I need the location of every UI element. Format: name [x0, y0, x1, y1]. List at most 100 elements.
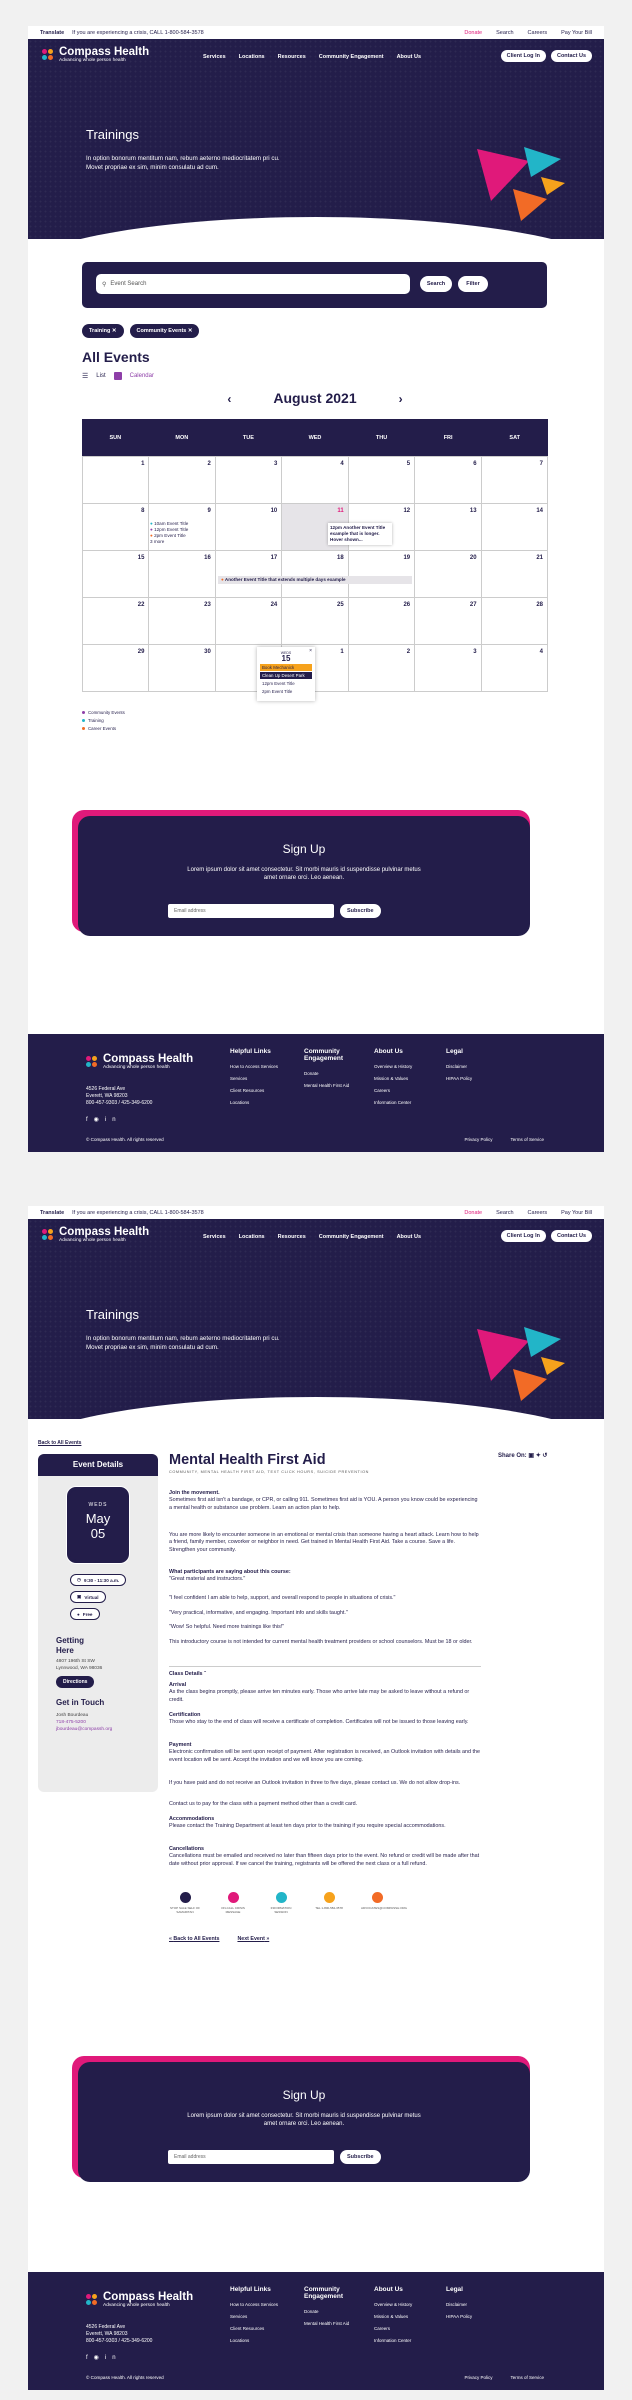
popup-event[interactable]: 12pm Event Title	[260, 680, 312, 687]
footer-link[interactable]: Donate	[304, 1068, 364, 1080]
nav-resources[interactable]: Resources	[278, 54, 306, 60]
linkedin-icon[interactable]: in	[105, 1117, 122, 1123]
footer-link[interactable]: Locations	[230, 2335, 278, 2347]
calendar-day[interactable]: 22	[83, 598, 150, 645]
more-events-link[interactable]: 3 more	[150, 539, 188, 545]
icon-item[interactable]: TEL 1-800-584-3578	[313, 1892, 345, 1914]
footer-link[interactable]: Information Center	[374, 2335, 412, 2347]
calendar-day[interactable]: 23	[149, 598, 216, 645]
nav-about[interactable]: About Us	[397, 1234, 421, 1240]
calendar-day[interactable]: 18	[282, 551, 349, 598]
chip-community-events[interactable]: Community Events ✕	[129, 324, 200, 338]
footer-link[interactable]: Locations	[230, 1097, 278, 1109]
calendar-day[interactable]: 17	[215, 551, 283, 598]
logo[interactable]: Compass Health Advancing whole person hea…	[42, 1226, 149, 1244]
facebook-icon[interactable]: f	[86, 1117, 94, 1123]
translate-link[interactable]: Translate	[40, 30, 64, 36]
footer-link[interactable]: Overview & History	[374, 1061, 412, 1073]
calendar-day[interactable]: 15	[83, 551, 150, 598]
nav-services[interactable]: Services	[203, 54, 226, 60]
contact-button[interactable]: Contact Us	[550, 50, 592, 62]
footer-link[interactable]: Client Resources	[230, 2323, 278, 2335]
icon-item[interactable]: STOP SALE SELF OF SAMARITAN	[169, 1892, 201, 1914]
calendar-day[interactable]: 10	[215, 504, 283, 551]
calendar-day[interactable]: 4	[282, 457, 349, 504]
calendar-day[interactable]: 7	[481, 457, 548, 504]
icon-item[interactable]: ADVOCATES@COMPASSH.ORG	[361, 1892, 407, 1914]
search-link[interactable]: Search	[496, 1210, 513, 1216]
multi-day-event[interactable]: ● Another Event Title that extends multi…	[218, 576, 412, 584]
next-month-icon[interactable]: ›	[399, 392, 403, 406]
search-input[interactable]: ⚲ Event Search	[96, 274, 410, 294]
directions-button[interactable]: Directions	[56, 1676, 95, 1688]
nav-locations[interactable]: Locations	[239, 54, 265, 60]
footer-link[interactable]: How to Access Services	[230, 2299, 278, 2311]
back-to-events-link[interactable]: Back to All Events	[38, 1440, 81, 1446]
nav-locations[interactable]: Locations	[239, 1234, 265, 1240]
calendar-view-toggle[interactable]: Calendar	[130, 373, 154, 379]
calendar-day[interactable]: 3	[415, 645, 482, 692]
facebook-icon[interactable]: f	[86, 2355, 94, 2361]
calendar-day[interactable]: 19	[348, 551, 416, 598]
calendar-day[interactable]: 21	[481, 551, 548, 598]
popup-event[interactable]: 2pm Event Title	[260, 688, 312, 695]
footer-link[interactable]: Mission & Values	[374, 2311, 412, 2323]
calendar-day[interactable]: 30	[149, 645, 216, 692]
careers-link[interactable]: Careers	[528, 1210, 548, 1216]
calendar-day[interactable]: 2	[149, 457, 216, 504]
prev-month-icon[interactable]: ‹	[227, 392, 231, 406]
nav-community[interactable]: Community Engagement	[319, 1234, 384, 1240]
facebook-icon[interactable]: ▣	[528, 1453, 534, 1459]
calendar-day[interactable]: 26	[348, 598, 416, 645]
footer-link[interactable]: Mission & Values	[374, 1073, 412, 1085]
calendar-day[interactable]: 24	[215, 598, 283, 645]
nav-resources[interactable]: Resources	[278, 1234, 306, 1240]
email-field[interactable]: Email address	[168, 2150, 334, 2164]
footer-link[interactable]: Careers	[374, 1085, 412, 1097]
pay-bill-link[interactable]: Pay Your Bill	[561, 30, 592, 36]
privacy-link[interactable]: Privacy Policy	[464, 2375, 492, 2380]
share-icon[interactable]: ↺	[542, 1453, 547, 1459]
terms-link[interactable]: Terms of Service	[510, 1137, 544, 1142]
calendar-day[interactable]: 16	[149, 551, 216, 598]
calendar-day[interactable]: 4	[481, 645, 548, 692]
donate-link[interactable]: Donate	[464, 1210, 482, 1216]
calendar-day[interactable]: 29	[83, 645, 150, 692]
client-login-button[interactable]: Client Log In	[500, 1230, 546, 1242]
close-icon[interactable]: ×	[309, 648, 312, 654]
footer-link[interactable]: Information Center	[374, 1097, 412, 1109]
calendar-day[interactable]: 1	[83, 457, 150, 504]
footer-link[interactable]: Mental Health First Aid	[304, 2318, 364, 2330]
calendar-day[interactable]: 3	[215, 457, 283, 504]
calendar-day[interactable]: 2	[348, 645, 416, 692]
footer-link[interactable]: Overview & History	[374, 2299, 412, 2311]
back-to-all-events-link[interactable]: « Back to All Events	[169, 1936, 219, 1942]
footer-link[interactable]: Services	[230, 2311, 278, 2323]
calendar-day[interactable]: 20	[415, 551, 482, 598]
next-event-link[interactable]: Next Event »	[237, 1936, 269, 1942]
donate-link[interactable]: Donate	[464, 30, 482, 36]
linkedin-icon[interactable]: in	[105, 2355, 122, 2361]
logo[interactable]: Compass Health Advancing whole person hea…	[42, 46, 149, 64]
icon-item[interactable]: ON-CALL CRISIS MESSAGE	[217, 1892, 249, 1914]
search-button[interactable]: Search	[420, 276, 452, 292]
footer-link[interactable]: Disclaimer	[446, 2299, 472, 2311]
event-hover-card[interactable]: 12pm Another Event Title example that is…	[328, 523, 392, 545]
twitter-icon[interactable]: ✦	[536, 1453, 541, 1459]
footer-link[interactable]: Services	[230, 1073, 278, 1085]
list-view-toggle[interactable]: List	[96, 373, 105, 379]
filter-button[interactable]: Filter	[458, 276, 488, 292]
subscribe-button[interactable]: Subscribe	[340, 904, 381, 918]
pay-bill-link[interactable]: Pay Your Bill	[561, 1210, 592, 1216]
calendar-day[interactable]: 13	[415, 504, 482, 551]
footer-link[interactable]: HIPAA Policy	[446, 1073, 472, 1085]
footer-link[interactable]: Disclaimer	[446, 1061, 472, 1073]
icon-item[interactable]: INFORMATION SESSION	[265, 1892, 297, 1914]
search-link[interactable]: Search	[496, 30, 513, 36]
footer-link[interactable]: HIPAA Policy	[446, 2311, 472, 2323]
footer-logo[interactable]: Compass Health Advancing whole person hea…	[86, 2291, 193, 2309]
popup-event[interactable]: Book Mechanick	[260, 664, 312, 671]
contact-button[interactable]: Contact Us	[550, 1230, 592, 1242]
nav-services[interactable]: Services	[203, 1234, 226, 1240]
terms-link[interactable]: Terms of Service	[510, 2375, 544, 2380]
